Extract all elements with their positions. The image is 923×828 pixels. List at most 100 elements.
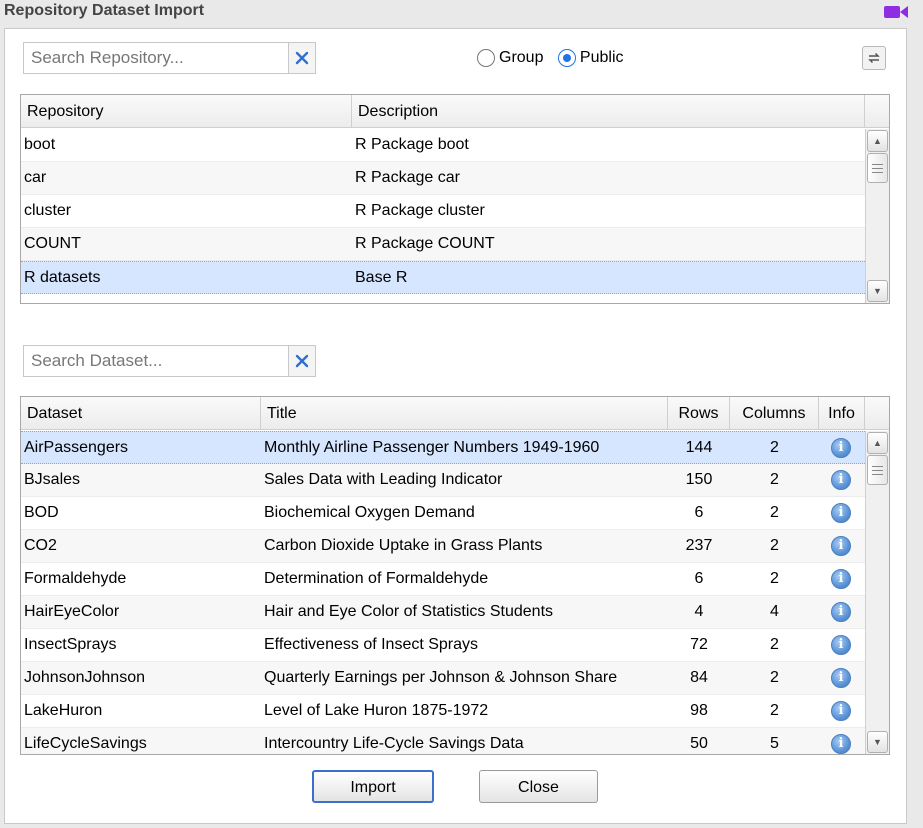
table-row[interactable]: BOD Biochemical Oxygen Demand 6 2 i bbox=[21, 497, 865, 530]
repository-grid-scrollbar[interactable]: ▲ ▼ bbox=[865, 129, 889, 303]
title-bar: Repository Dataset Import bbox=[0, 0, 923, 26]
info-icon[interactable]: i bbox=[831, 635, 851, 655]
info-icon[interactable]: i bbox=[831, 438, 851, 458]
dataset-cell: Formaldehyde bbox=[24, 570, 127, 587]
repository-search-input[interactable] bbox=[24, 43, 288, 73]
info-icon[interactable]: i bbox=[831, 734, 851, 754]
radio-group-indicator[interactable] bbox=[477, 49, 495, 67]
table-row[interactable]: JohnsonJohnson Quarterly Earnings per Joh… bbox=[21, 662, 865, 695]
description-cell: R Package cluster bbox=[355, 202, 485, 219]
rows-cell: 6 bbox=[694, 504, 704, 521]
title-cell: Sales Data with Leading Indicator bbox=[264, 471, 503, 488]
dataset-cell: LakeHuron bbox=[24, 702, 103, 719]
dataset-grid-header: Dataset Title Rows Columns Info bbox=[21, 397, 889, 430]
table-row[interactable]: car R Package car bbox=[21, 162, 865, 195]
refresh-button[interactable] bbox=[862, 46, 886, 70]
import-button[interactable]: Import bbox=[312, 770, 434, 803]
radio-group[interactable]: Group bbox=[477, 49, 543, 67]
repository-cell: boot bbox=[24, 136, 56, 153]
radio-public[interactable]: Public bbox=[557, 49, 624, 67]
columns-cell: 2 bbox=[770, 636, 779, 653]
info-icon[interactable]: i bbox=[831, 569, 851, 589]
column-header-columns[interactable]: Columns bbox=[730, 397, 819, 430]
title-cell: Monthly Airline Passenger Numbers 1949-1… bbox=[264, 439, 600, 456]
columns-cell: 2 bbox=[770, 471, 779, 488]
dataset-cell: BJsales bbox=[24, 471, 81, 488]
description-cell: R Package boot bbox=[355, 136, 469, 153]
title-cell: Determination of Formaldehyde bbox=[264, 570, 489, 587]
column-header-rows[interactable]: Rows bbox=[668, 397, 730, 430]
columns-cell: 2 bbox=[770, 537, 779, 554]
info-icon[interactable]: i bbox=[831, 602, 851, 622]
scroll-thumb[interactable] bbox=[867, 153, 888, 183]
table-row[interactable]: HairEyeColor Hair and Eye Color of Statis… bbox=[21, 596, 865, 629]
repository-cell: car bbox=[24, 169, 47, 186]
scroll-thumb[interactable] bbox=[867, 455, 888, 485]
title-cell: Level of Lake Huron 1875-1972 bbox=[264, 702, 489, 719]
table-row[interactable]: COUNT R Package COUNT bbox=[21, 228, 865, 261]
title-cell: Effectiveness of Insect Sprays bbox=[264, 636, 479, 653]
info-icon[interactable]: i bbox=[831, 470, 851, 490]
dataset-cell: HairEyeColor bbox=[24, 603, 120, 620]
repository-dataset-import-dialog: Repository Dataset Import Group Public bbox=[0, 0, 923, 828]
title-cell: Hair and Eye Color of Statistics Student… bbox=[264, 603, 554, 620]
columns-cell: 2 bbox=[770, 669, 779, 686]
dataset-search-input[interactable] bbox=[24, 346, 288, 376]
column-header-description[interactable]: Description bbox=[352, 95, 865, 128]
repository-cell: cluster bbox=[24, 202, 72, 219]
dataset-cell: LifeCycleSavings bbox=[24, 735, 147, 752]
rows-cell: 84 bbox=[690, 669, 708, 686]
dataset-cell: JohnsonJohnson bbox=[24, 669, 145, 686]
dataset-cell: CO2 bbox=[24, 537, 57, 554]
radio-public-label: Public bbox=[579, 49, 624, 66]
table-row[interactable]: cluster R Package cluster bbox=[21, 195, 865, 228]
rows-cell: 98 bbox=[690, 702, 708, 719]
dataset-grid-scrollbar[interactable]: ▲ ▼ bbox=[865, 431, 889, 754]
scroll-up-button[interactable]: ▲ bbox=[867, 130, 888, 152]
close-button[interactable]: Close bbox=[479, 770, 598, 803]
rows-cell: 4 bbox=[694, 603, 704, 620]
column-header-dataset[interactable]: Dataset bbox=[21, 397, 261, 430]
repository-cell: R datasets bbox=[24, 269, 101, 286]
column-header-title[interactable]: Title bbox=[261, 397, 668, 430]
dataset-search-clear-button[interactable] bbox=[288, 346, 315, 376]
column-header-repository[interactable]: Repository bbox=[21, 95, 352, 128]
scroll-down-button[interactable]: ▼ bbox=[867, 731, 888, 753]
description-cell: Base R bbox=[355, 269, 408, 286]
radio-public-indicator[interactable] bbox=[557, 49, 576, 67]
rows-cell: 237 bbox=[685, 537, 713, 554]
table-row[interactable]: Formaldehyde Determination of Formaldehyd… bbox=[21, 563, 865, 596]
table-row[interactable]: InsectSprays Effectiveness of Insect Spra… bbox=[21, 629, 865, 662]
rows-cell: 144 bbox=[685, 439, 713, 456]
info-icon[interactable]: i bbox=[831, 536, 851, 556]
table-row[interactable]: LifeCycleSavings Intercountry Life-Cycle … bbox=[21, 728, 865, 754]
rows-cell: 6 bbox=[694, 570, 704, 587]
repository-search bbox=[23, 42, 316, 74]
table-row[interactable]: CO2 Carbon Dioxide Uptake in Grass Plants… bbox=[21, 530, 865, 563]
content-panel: Group Public Repository Description ▲ ▼ bbox=[4, 28, 907, 824]
refresh-icon bbox=[868, 52, 880, 64]
info-icon[interactable]: i bbox=[831, 701, 851, 721]
column-header-info[interactable]: Info bbox=[819, 397, 865, 430]
info-icon[interactable]: i bbox=[831, 503, 851, 523]
table-row[interactable]: LakeHuron Level of Lake Huron 1875-1972 98… bbox=[21, 695, 865, 728]
rows-cell: 72 bbox=[690, 636, 708, 653]
video-camera-icon[interactable] bbox=[883, 4, 909, 20]
dataset-cell: InsectSprays bbox=[24, 636, 117, 653]
scroll-down-button[interactable]: ▼ bbox=[867, 280, 888, 302]
title-cell: Quarterly Earnings per Johnson & Johnson… bbox=[264, 669, 618, 686]
columns-cell: 2 bbox=[770, 504, 779, 521]
columns-cell: 2 bbox=[770, 570, 779, 587]
info-icon[interactable]: i bbox=[831, 668, 851, 688]
table-row[interactable]: R datasets Base R bbox=[21, 261, 865, 294]
scroll-up-button[interactable]: ▲ bbox=[867, 432, 888, 454]
dataset-grid: Dataset Title Rows Columns Info ▲ ▼ AirP… bbox=[20, 396, 890, 755]
close-icon bbox=[295, 354, 309, 368]
repository-search-clear-button[interactable] bbox=[288, 43, 315, 73]
table-row[interactable]: boot R Package boot bbox=[21, 129, 865, 162]
table-row[interactable]: AirPassengers Monthly Airline Passenger N… bbox=[21, 431, 865, 464]
title-cell: Biochemical Oxygen Demand bbox=[264, 504, 475, 521]
repository-grid-header: Repository Description bbox=[21, 95, 889, 128]
dataset-cell: BOD bbox=[24, 504, 59, 521]
table-row[interactable]: BJsales Sales Data with Leading Indicator… bbox=[21, 464, 865, 497]
